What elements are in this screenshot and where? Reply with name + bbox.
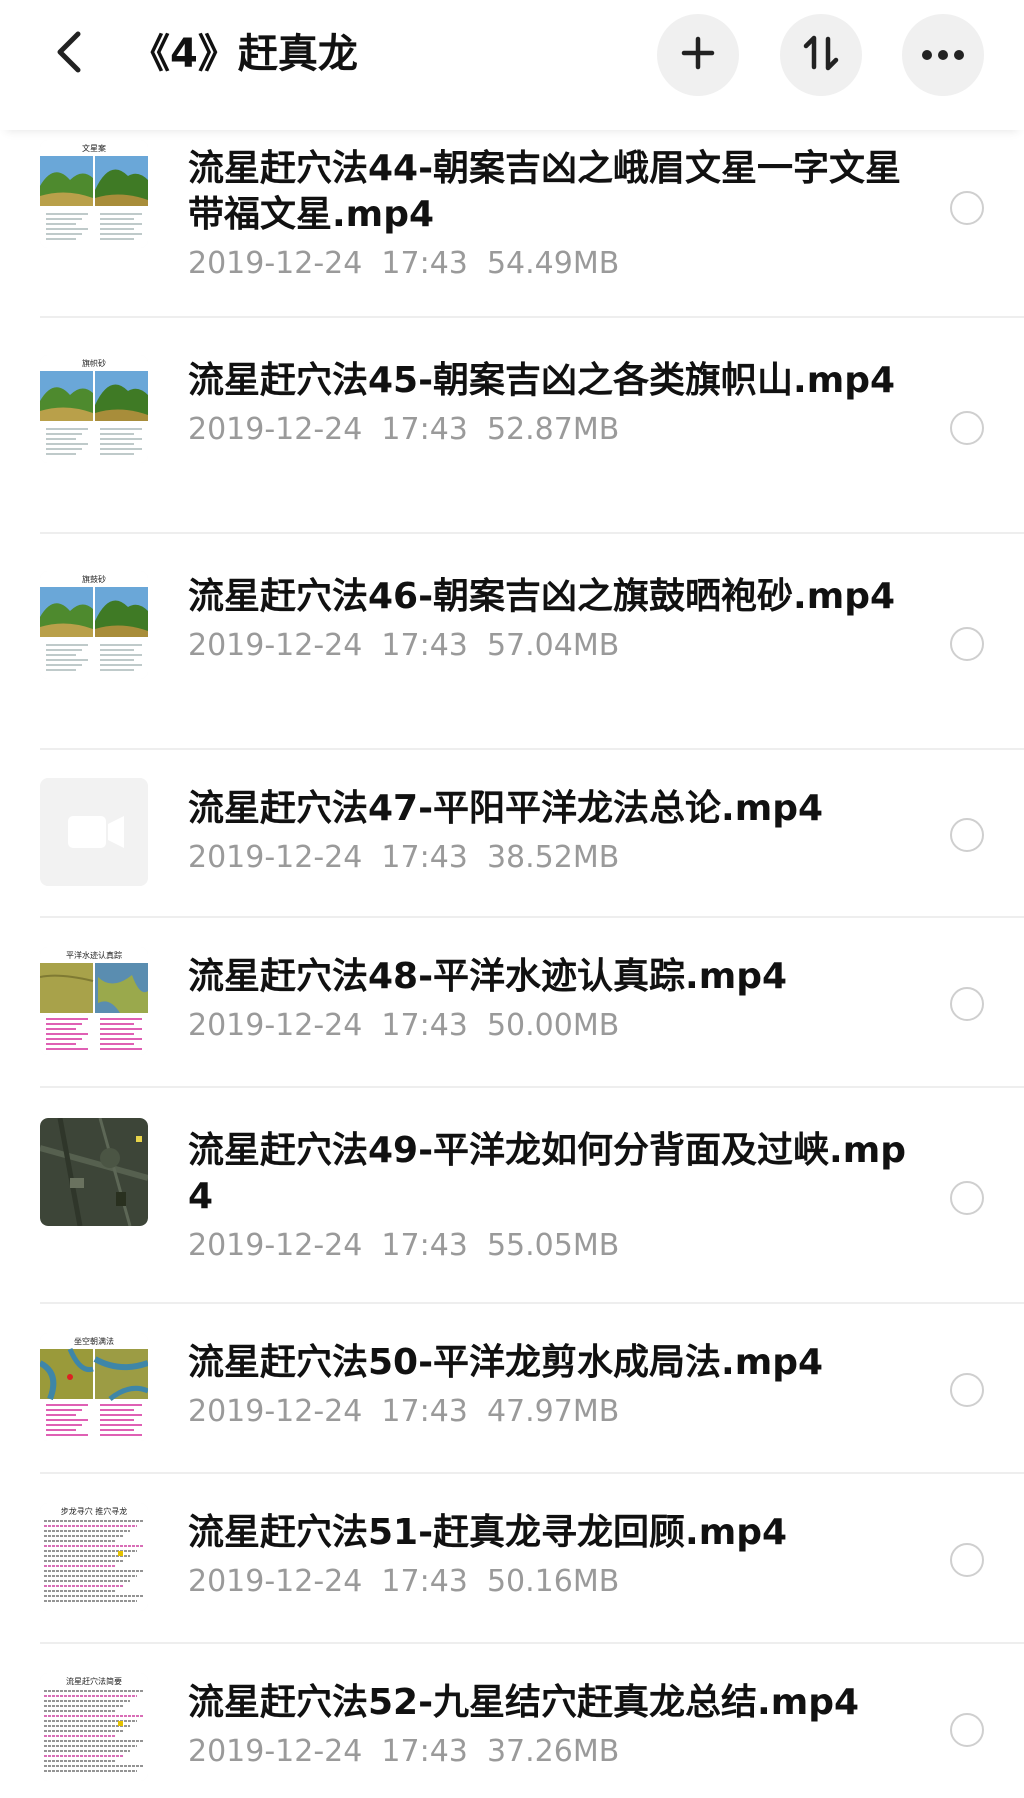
file-item[interactable]: 旗帜砂 流星赶穴法45-朝案吉凶之各类旗帜山.mp4 2019-12-24 17:… (0, 318, 1024, 534)
svg-text:文星案: 文星案 (82, 143, 106, 153)
file-date: 2019-12-24 17:43 (188, 1564, 468, 1599)
file-size: 57.04MB (486, 628, 620, 663)
file-name: 流星赶穴法50-平洋龙剪水成局法.mp4 (188, 1342, 824, 1383)
back-button[interactable] (40, 24, 100, 84)
select-radio[interactable] (950, 818, 984, 852)
file-name: 流星赶穴法49-平洋龙如何分背面及过峡.mp4 (188, 1130, 906, 1217)
file-date: 2019-12-24 17:43 (188, 1228, 468, 1263)
sort-button[interactable] (780, 14, 862, 96)
video-thumbnail (40, 778, 148, 886)
file-meta: 2019-12-24 17:43 47.97MB (188, 1392, 908, 1432)
meta-spacer (468, 412, 487, 447)
file-item[interactable]: 流星赶穴法简要 流星赶穴法52-九星结穴赶真龙总结.mp4 2019-12-24 1… (0, 1644, 1024, 1798)
video-thumbnail: 步龙寻穴 推穴寻龙 (40, 1503, 148, 1611)
file-name: 流星赶穴法47-平阳平洋龙法总论.mp4 (188, 788, 824, 829)
meta-spacer (468, 1734, 487, 1769)
file-name: 流星赶穴法46-朝案吉凶之旗鼓晒袍砂.mp4 (188, 576, 896, 617)
select-radio[interactable] (950, 1373, 984, 1407)
file-info: 流星赶穴法44-朝案吉凶之峨眉文星一字文星带福文星.mp4 2019-12-24 … (188, 146, 908, 284)
file-item[interactable]: 步龙寻穴 推穴寻龙 流星赶穴法51-赶真龙寻龙回顾.mp4 2019-12-24 1… (0, 1474, 1024, 1644)
file-size: 38.52MB (486, 840, 620, 875)
more-button[interactable] (902, 14, 984, 96)
file-size: 47.97MB (486, 1394, 620, 1429)
svg-text:旗鼓砂: 旗鼓砂 (82, 574, 106, 584)
file-date: 2019-12-24 17:43 (188, 628, 468, 663)
file-info: 流星赶穴法48-平洋水迹认真踪.mp4 2019-12-24 17:43 50.0… (188, 954, 908, 1046)
svg-text:步龙寻穴 推穴寻龙: 步龙寻穴 推穴寻龙 (61, 1506, 128, 1516)
chevron-left-icon (52, 30, 88, 78)
meta-spacer (468, 1008, 487, 1043)
meta-spacer (468, 628, 487, 663)
file-date: 2019-12-24 17:43 (188, 412, 468, 447)
file-info: 流星赶穴法52-九星结穴赶真龙总结.mp4 2019-12-24 17:43 37… (188, 1680, 908, 1772)
file-meta: 2019-12-24 17:43 52.87MB (188, 410, 908, 450)
svg-text:平洋水迹认真踪: 平洋水迹认真踪 (66, 950, 122, 960)
meta-spacer (468, 840, 487, 875)
plus-icon (681, 36, 715, 74)
file-size: 50.16MB (486, 1564, 620, 1599)
file-size: 37.26MB (486, 1734, 620, 1769)
file-date: 2019-12-24 17:43 (188, 246, 468, 281)
select-radio[interactable] (950, 1713, 984, 1747)
page-title: 《4》赶真龙 (130, 31, 358, 77)
meta-spacer (468, 1564, 487, 1599)
meta-spacer (468, 1394, 487, 1429)
video-thumbnail: 旗帜砂 (40, 355, 148, 463)
video-thumbnail (40, 1118, 148, 1226)
file-name: 流星赶穴法45-朝案吉凶之各类旗帜山.mp4 (188, 360, 896, 401)
file-item[interactable]: 文星案 流星赶穴法44-朝案吉凶之峨眉文星一字文星带福文星.mp4 2019-12… (0, 118, 1024, 318)
file-info: 流星赶穴法45-朝案吉凶之各类旗帜山.mp4 2019-12-24 17:43 5… (188, 358, 908, 450)
select-radio[interactable] (950, 411, 984, 445)
file-name: 流星赶穴法44-朝案吉凶之峨眉文星一字文星带福文星.mp4 (188, 148, 902, 235)
select-radio[interactable] (950, 1181, 984, 1215)
file-meta: 2019-12-24 17:43 55.05MB (188, 1226, 908, 1266)
meta-spacer (468, 246, 487, 281)
file-date: 2019-12-24 17:43 (188, 1008, 468, 1043)
file-size: 50.00MB (486, 1008, 620, 1043)
svg-text:旗帜砂: 旗帜砂 (82, 358, 106, 368)
file-date: 2019-12-24 17:43 (188, 1734, 468, 1769)
file-name: 流星赶穴法52-九星结穴赶真龙总结.mp4 (188, 1682, 860, 1723)
file-size: 54.49MB (486, 246, 620, 281)
file-info: 流星赶穴法51-赶真龙寻龙回顾.mp4 2019-12-24 17:43 50.1… (188, 1510, 908, 1602)
file-item[interactable]: 流星赶穴法47-平阳平洋龙法总论.mp4 2019-12-24 17:43 38.… (0, 750, 1024, 918)
video-thumbnail: 文星案 (40, 140, 148, 248)
more-horizontal-icon (921, 46, 965, 65)
file-meta: 2019-12-24 17:43 50.16MB (188, 1562, 908, 1602)
select-radio[interactable] (950, 627, 984, 661)
select-radio[interactable] (950, 191, 984, 225)
file-info: 流星赶穴法46-朝案吉凶之旗鼓晒袍砂.mp4 2019-12-24 17:43 5… (188, 574, 908, 666)
sort-icon (801, 33, 841, 77)
svg-text:流星赶穴法简要: 流星赶穴法简要 (66, 1676, 122, 1686)
file-date: 2019-12-24 17:43 (188, 1394, 468, 1429)
video-thumbnail: 坐空朝满法 (40, 1333, 148, 1441)
file-meta: 2019-12-24 17:43 54.49MB (188, 244, 908, 284)
video-thumbnail: 流星赶穴法简要 (40, 1673, 148, 1781)
file-item[interactable]: 旗鼓砂 流星赶穴法46-朝案吉凶之旗鼓晒袍砂.mp4 2019-12-24 17:… (0, 534, 1024, 750)
select-radio[interactable] (950, 987, 984, 1021)
file-item[interactable]: 平洋水迹认真踪 流星赶穴法48-平洋水迹认真踪.mp4 2019-12-24 17… (0, 918, 1024, 1088)
file-meta: 2019-12-24 17:43 38.52MB (188, 838, 908, 878)
file-info: 流星赶穴法50-平洋龙剪水成局法.mp4 2019-12-24 17:43 47.… (188, 1340, 908, 1432)
file-meta: 2019-12-24 17:43 37.26MB (188, 1732, 908, 1772)
file-meta: 2019-12-24 17:43 57.04MB (188, 626, 908, 666)
file-size: 55.05MB (486, 1228, 620, 1263)
meta-spacer (468, 1228, 487, 1263)
file-date: 2019-12-24 17:43 (188, 840, 468, 875)
file-info: 流星赶穴法47-平阳平洋龙法总论.mp4 2019-12-24 17:43 38.… (188, 786, 908, 878)
file-meta: 2019-12-24 17:43 50.00MB (188, 1006, 908, 1046)
file-item[interactable]: 坐空朝满法 流星赶穴法50-平洋龙剪水成局法.mp4 2019-12-24 17:… (0, 1304, 1024, 1474)
video-thumbnail: 平洋水迹认真踪 (40, 947, 148, 1055)
file-name: 流星赶穴法51-赶真龙寻龙回顾.mp4 (188, 1512, 788, 1553)
select-radio[interactable] (950, 1543, 984, 1577)
file-info: 流星赶穴法49-平洋龙如何分背面及过峡.mp4 2019-12-24 17:43 … (188, 1128, 908, 1266)
file-size: 52.87MB (486, 412, 620, 447)
file-item[interactable]: 流星赶穴法49-平洋龙如何分背面及过峡.mp4 2019-12-24 17:43 … (0, 1088, 1024, 1304)
file-name: 流星赶穴法48-平洋水迹认真踪.mp4 (188, 956, 788, 997)
video-thumbnail: 旗鼓砂 (40, 571, 148, 679)
svg-text:坐空朝满法: 坐空朝满法 (74, 1336, 114, 1346)
top-bar: 《4》赶真龙 (0, 0, 1024, 130)
add-button[interactable] (657, 14, 739, 96)
